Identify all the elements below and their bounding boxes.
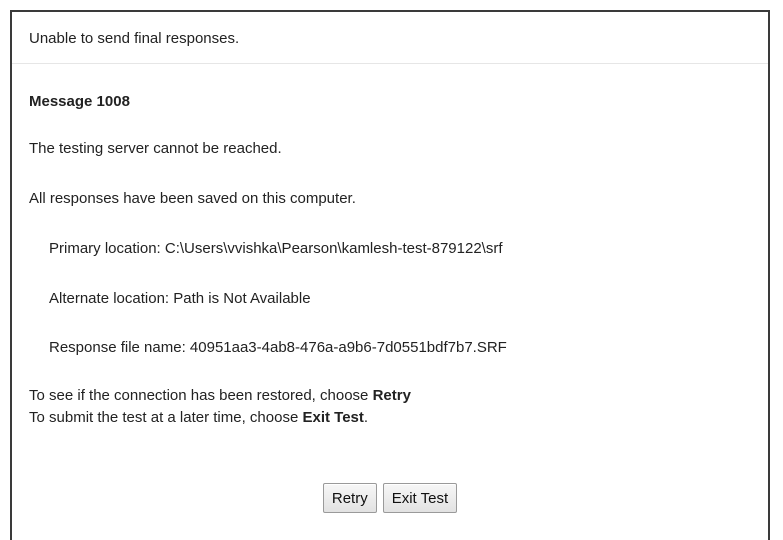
server-unreachable-text: The testing server cannot be reached. [29,140,282,157]
dialog-header: Unable to send final responses. [12,12,768,64]
exit-test-button[interactable]: Exit Test [382,483,458,513]
exit-instruction-period: . [363,409,369,426]
responses-saved-text: All responses have been saved on this co… [29,190,356,207]
retry-instruction-emphasis: Retry [372,387,411,404]
retry-instruction-text: To see if the connection has been restor… [29,387,373,404]
retry-instruction: To see if the connection has been restor… [29,387,411,404]
dialog-buttons: Retry Exit Test [12,483,768,513]
exit-instruction: To submit the test at a later time, choo… [29,409,368,426]
retry-button[interactable]: Retry [322,483,377,513]
exit-instruction-text: To submit the test at a later time, choo… [29,409,303,426]
response-file-name-text: Response file name: 40951aa3-4ab8-476a-a… [49,339,507,356]
message-title: Message 1008 [29,93,130,110]
primary-location-text: Primary location: C:\Users\vvishka\Pears… [49,240,503,257]
exit-instruction-emphasis: Exit Test [302,409,364,426]
alternate-location-text: Alternate location: Path is Not Availabl… [49,290,311,307]
error-dialog: Unable to send final responses. Message … [10,10,770,540]
dialog-header-text: Unable to send final responses. [29,30,240,47]
